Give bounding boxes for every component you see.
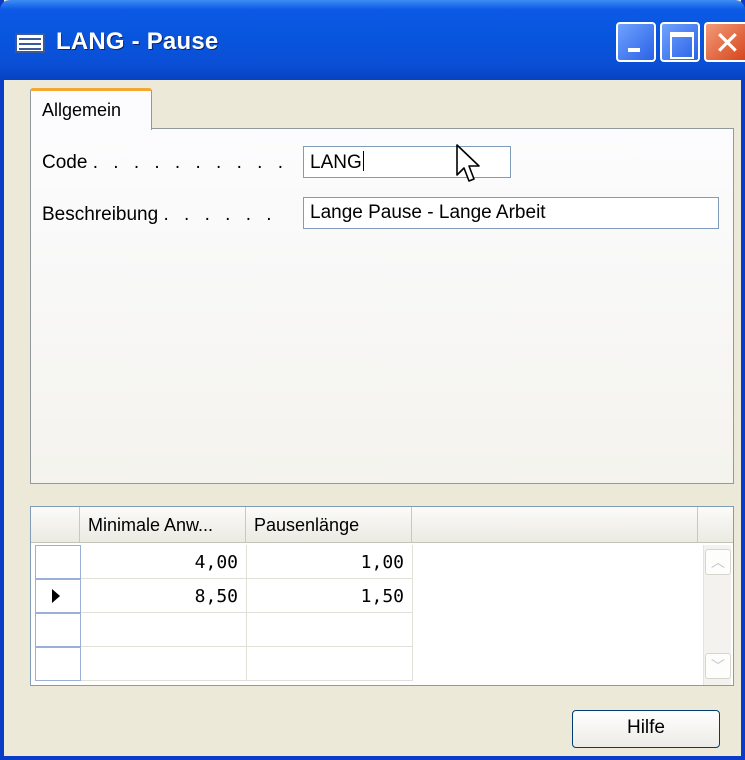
table-row[interactable]: 4,00 1,00 [31, 545, 703, 579]
beschreibung-label-dots: . . . . . . [163, 204, 277, 225]
chevron-up-icon: ︿ [711, 554, 725, 570]
cell-pausenlaenge[interactable]: 1,50 [247, 579, 413, 613]
code-label: Code . . . . . . . . . . [42, 152, 288, 174]
code-value: LANG [310, 152, 362, 173]
vertical-scrollbar[interactable]: ︿ ﹀ [703, 545, 731, 685]
cell-pausenlaenge[interactable] [247, 613, 413, 647]
minimize-button[interactable] [616, 22, 656, 62]
current-row-arrow-icon [52, 589, 60, 603]
maximize-button[interactable] [660, 22, 700, 62]
pause-lines-grid: Minimale Anw... Pausenlänge 4,00 1,00 8,… [30, 506, 734, 686]
close-button[interactable]: ✕ [704, 22, 745, 62]
cell-pausenlaenge[interactable]: 1,00 [247, 545, 413, 579]
beschreibung-label: Beschreibung . . . . . . [42, 204, 277, 226]
form-icon [15, 33, 45, 53]
beschreibung-value: Lange Pause - Lange Arbeit [310, 202, 546, 223]
cell-minimale-anwesenheit[interactable]: 8,50 [81, 579, 247, 613]
column-header-empty [411, 507, 697, 543]
table-row[interactable] [31, 647, 703, 681]
beschreibung-label-text: Beschreibung [42, 204, 159, 225]
window-title: LANG - Pause [56, 28, 219, 55]
row-selector[interactable] [35, 579, 81, 613]
column-header-pausenlaenge[interactable]: Pausenlänge [245, 507, 411, 543]
mouse-cursor-icon [456, 144, 480, 182]
column-header-minimale-anwesenheit[interactable]: Minimale Anw... [79, 507, 245, 543]
scroll-up-button[interactable]: ︿ [705, 549, 731, 575]
row-selector[interactable] [35, 545, 81, 579]
row-selector[interactable] [35, 613, 81, 647]
chevron-down-icon: ﹀ [711, 658, 725, 674]
code-label-dots: . . . . . . . . . . [92, 152, 289, 173]
cell-pausenlaenge[interactable] [247, 647, 413, 681]
text-caret [362, 151, 364, 171]
cell-minimale-anwesenheit[interactable] [81, 613, 247, 647]
code-label-text: Code [42, 152, 88, 173]
help-button[interactable]: Hilfe [572, 710, 720, 748]
cell-minimale-anwesenheit[interactable]: 4,00 [81, 545, 247, 579]
scroll-down-button[interactable]: ﹀ [705, 653, 731, 679]
close-icon: ✕ [714, 25, 741, 61]
table-row[interactable] [31, 613, 703, 647]
grid-header: Minimale Anw... Pausenlänge [31, 507, 733, 543]
beschreibung-field[interactable]: Lange Pause - Lange Arbeit [303, 197, 719, 229]
table-row[interactable]: 8,50 1,50 [31, 579, 703, 613]
row-selector[interactable] [35, 647, 81, 681]
title-bar[interactable]: LANG - Pause ✕ [0, 0, 745, 80]
general-panel [30, 128, 734, 484]
tab-allgemein[interactable]: Allgemein [30, 88, 152, 130]
cell-minimale-anwesenheit[interactable] [81, 647, 247, 681]
column-header-end [697, 507, 733, 543]
